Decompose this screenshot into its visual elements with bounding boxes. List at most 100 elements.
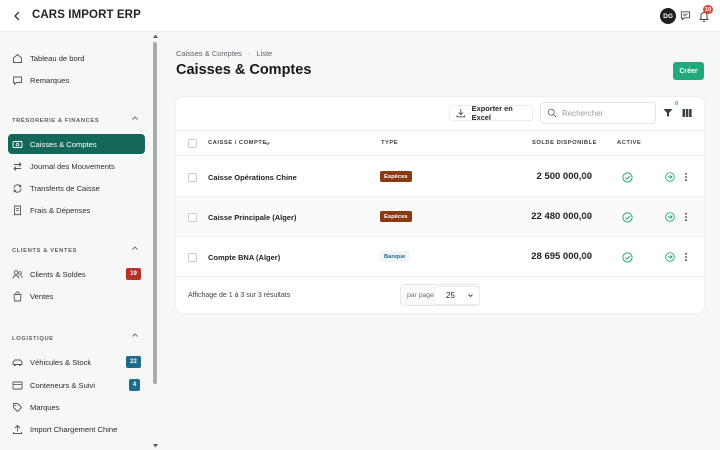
back-button[interactable] bbox=[10, 9, 24, 23]
sidebar-item-label: Remarques bbox=[30, 75, 70, 85]
count-badge: 19 bbox=[126, 268, 141, 280]
download-icon bbox=[456, 109, 466, 118]
search-box bbox=[540, 102, 656, 124]
breadcrumb-current: Liste bbox=[256, 49, 273, 58]
sidebar-item-clients-soldes[interactable]: Clients & Soldes 19 bbox=[8, 264, 145, 284]
row-checkbox[interactable] bbox=[188, 213, 197, 222]
top-bar: CARS IMPORT ERP DG 19 bbox=[0, 0, 720, 32]
per-page-control: par page 25 bbox=[400, 284, 480, 306]
sidebar-item-journal-mouvements[interactable]: Journal des Mouvements bbox=[8, 156, 145, 176]
table-row[interactable]: Compte BNA (Alger) Banque 28 695 000,00 … bbox=[176, 237, 704, 277]
sidebar: Tableau de bord Remarques TRÉSORERIE & F… bbox=[0, 33, 160, 450]
chevron-left-icon bbox=[14, 11, 20, 21]
section-title-clients: CLIENTS & VENTES bbox=[12, 248, 77, 254]
check-circle-icon bbox=[622, 172, 633, 183]
scroll-down-arrow-icon[interactable] bbox=[152, 443, 159, 449]
more-vertical-icon[interactable] bbox=[682, 212, 690, 222]
sidebar-item-frais-depenses[interactable]: Frais & Dépenses bbox=[8, 200, 145, 220]
chat-icon bbox=[12, 75, 23, 86]
sidebar-item-label: Marques bbox=[30, 402, 60, 412]
count-badge: 22 bbox=[126, 356, 141, 368]
type-badge: Banque bbox=[380, 251, 410, 262]
sidebar-item-label: Import Chargement Chine bbox=[30, 424, 118, 434]
sidebar-item-transferts-caisse[interactable]: Transferts de Caisse bbox=[8, 178, 145, 198]
sidebar-item-remarques[interactable]: Remarques bbox=[8, 70, 145, 90]
sidebar-item-label: Clients & Soldes bbox=[30, 269, 86, 279]
sidebar-item-vehicules-stock[interactable]: Véhicules & Stock 22 bbox=[8, 352, 145, 372]
account-name: Caisse Opérations Chine bbox=[208, 173, 297, 182]
sidebar-item-caisses-comptes[interactable]: Caisses & Comptes bbox=[8, 134, 145, 154]
sidebar-item-ventes[interactable]: Ventes bbox=[8, 286, 145, 306]
more-vertical-icon[interactable] bbox=[682, 252, 690, 262]
arrow-right-circle-icon[interactable] bbox=[665, 212, 675, 222]
row-checkbox[interactable] bbox=[188, 173, 197, 182]
sidebar-item-label: Frais & Dépenses bbox=[30, 205, 91, 215]
column-header-name[interactable]: CAISSE / COMPTE bbox=[208, 140, 267, 146]
per-page-select[interactable]: 25 bbox=[435, 287, 479, 304]
columns-icon[interactable] bbox=[682, 108, 692, 118]
pagination-info: Affichage de 1 à 3 sur 3 résultats bbox=[188, 292, 291, 299]
swap-icon bbox=[12, 161, 23, 172]
tag-icon bbox=[12, 402, 23, 413]
breadcrumb-separator: · bbox=[247, 49, 251, 58]
scroll-up-arrow-icon[interactable] bbox=[152, 33, 159, 39]
filter-count: 0 bbox=[675, 101, 679, 107]
check-circle-icon bbox=[622, 212, 633, 223]
chevron-up-icon[interactable] bbox=[131, 244, 139, 252]
sidebar-item-label: Journal des Mouvements bbox=[30, 161, 115, 171]
table-header: CAISSE / COMPTE TYPE SOLDE DISPONIBLE AC… bbox=[176, 130, 704, 156]
sidebar-scrollbar[interactable] bbox=[153, 42, 157, 384]
chevron-down-icon[interactable] bbox=[264, 140, 271, 147]
create-button[interactable]: Créer bbox=[673, 62, 704, 80]
currency-label: DA bbox=[582, 214, 591, 220]
sidebar-item-conteneurs-suivi[interactable]: Conteneurs & Suivi 4 bbox=[8, 375, 145, 395]
sidebar-item-marques[interactable]: Marques bbox=[8, 397, 145, 417]
more-vertical-icon[interactable] bbox=[682, 172, 690, 182]
sidebar-item-label: Conteneurs & Suivi bbox=[30, 380, 96, 390]
search-input[interactable] bbox=[562, 108, 652, 118]
export-excel-button[interactable]: Exporter en Excel bbox=[449, 104, 533, 122]
column-header-active: ACTIVE bbox=[617, 140, 642, 146]
breadcrumb: Caisses & Comptes · Liste bbox=[176, 49, 272, 58]
chevron-up-icon[interactable] bbox=[131, 114, 139, 122]
sidebar-item-label: Transferts de Caisse bbox=[30, 183, 100, 193]
sidebar-item-import-chargement-chine[interactable]: Import Chargement Chine bbox=[8, 419, 145, 439]
message-icon[interactable] bbox=[680, 10, 691, 21]
transfer-icon bbox=[12, 183, 23, 194]
export-label: Exporter en Excel bbox=[471, 104, 513, 122]
type-badge: Espèces bbox=[380, 171, 412, 182]
per-page-label: par page bbox=[407, 292, 434, 299]
table-row[interactable]: Caisse Principale (Alger) Espèces 22 480… bbox=[176, 197, 704, 237]
breadcrumb-parent[interactable]: Caisses & Comptes bbox=[176, 49, 242, 58]
upload-icon bbox=[12, 424, 23, 435]
account-name: Caisse Principale (Alger) bbox=[208, 213, 297, 222]
chevron-up-icon[interactable] bbox=[131, 331, 139, 339]
type-badge: Espèces bbox=[380, 211, 412, 222]
sidebar-item-label: Caisses & Comptes bbox=[30, 139, 97, 149]
search-icon bbox=[547, 108, 557, 118]
receipt-icon bbox=[12, 205, 23, 216]
container-icon bbox=[12, 380, 23, 391]
account-name: Compte BNA (Alger) bbox=[208, 253, 281, 262]
sidebar-item-tableau-de-bord[interactable]: Tableau de bord bbox=[8, 48, 145, 68]
filter-icon[interactable] bbox=[663, 108, 673, 118]
notification-badge: 19 bbox=[703, 5, 714, 14]
select-all-checkbox[interactable] bbox=[188, 139, 197, 148]
check-circle-icon bbox=[622, 252, 633, 263]
app-title: CARS IMPORT ERP bbox=[32, 9, 141, 21]
section-title-logistique: LOGISTIQUE bbox=[12, 336, 54, 342]
users-icon bbox=[12, 269, 23, 280]
home-icon bbox=[12, 53, 23, 64]
avatar[interactable]: DG bbox=[660, 8, 676, 24]
row-checkbox[interactable] bbox=[188, 253, 197, 262]
currency-label: DA bbox=[582, 174, 591, 180]
page-title: Caisses & Comptes bbox=[176, 62, 312, 78]
count-badge: 4 bbox=[129, 379, 140, 391]
currency-label: DA bbox=[582, 254, 591, 260]
column-header-balance: SOLDE DISPONIBLE bbox=[532, 140, 598, 146]
arrow-right-circle-icon[interactable] bbox=[665, 172, 675, 182]
table-row[interactable]: Caisse Opérations Chine Espèces 2 500 00… bbox=[176, 157, 704, 197]
cash-icon bbox=[12, 139, 23, 150]
arrow-right-circle-icon[interactable] bbox=[665, 252, 675, 262]
sidebar-item-label: Tableau de bord bbox=[30, 53, 85, 63]
